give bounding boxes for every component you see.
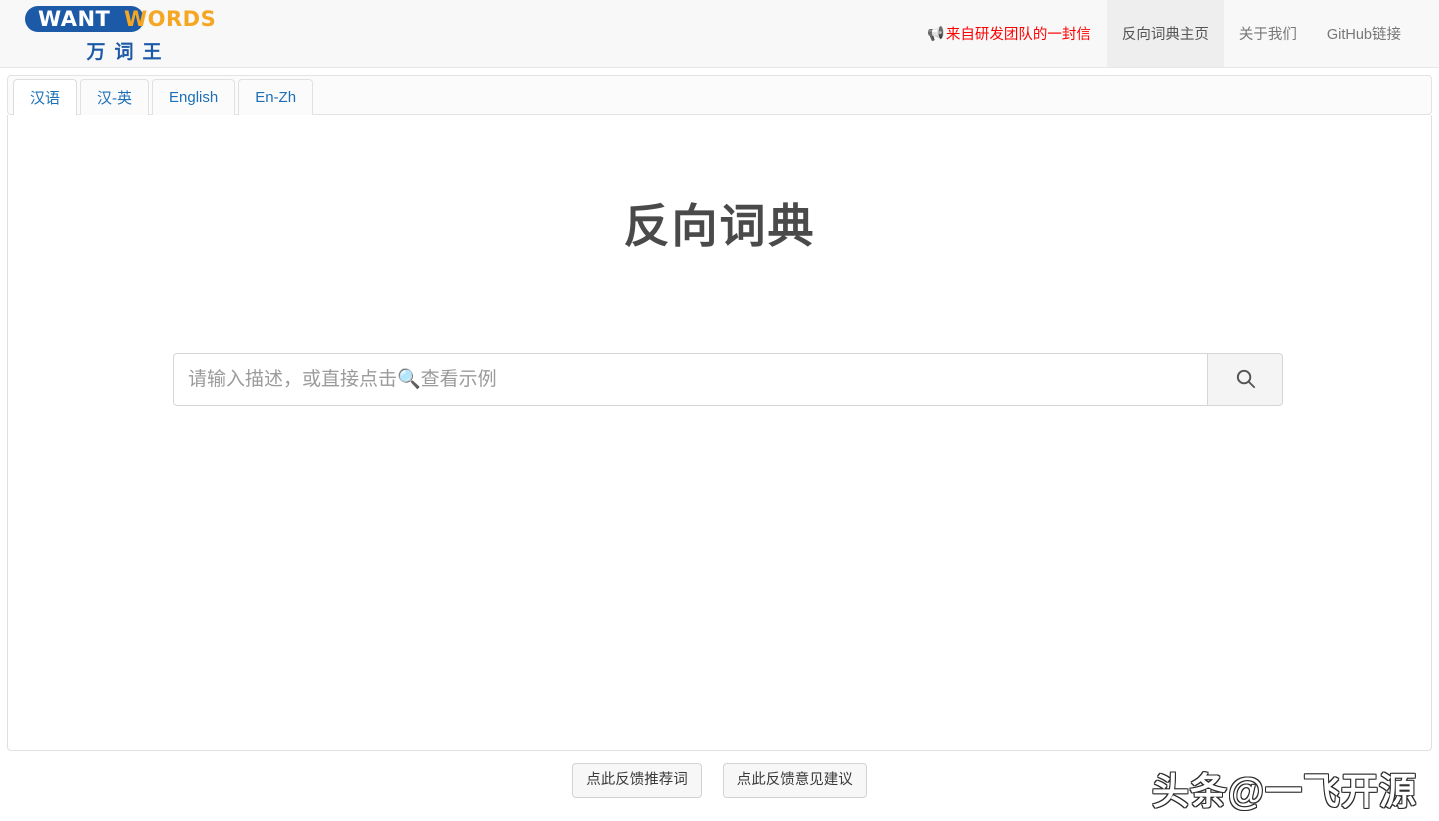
tab-english[interactable]: English — [152, 79, 235, 115]
footer-buttons: 点此反馈推荐词 点此反馈意见建议 — [0, 763, 1439, 798]
brand-chinese-text: 万词王 — [77, 37, 170, 64]
feedback-recommend-word-button[interactable]: 点此反馈推荐词 — [572, 763, 702, 798]
tab-english-chinese-label: En-Zh — [255, 89, 296, 106]
tab-chinese-english[interactable]: 汉-英 — [80, 79, 149, 115]
feedback-suggestion-button[interactable]: 点此反馈意见建议 — [723, 763, 867, 798]
page-title: 反向词典 — [8, 115, 1431, 254]
search-row — [173, 353, 1283, 406]
brand-logo-wordmark: WANT WORDS — [24, 4, 224, 34]
nav-item-about-label: 关于我们 — [1239, 23, 1297, 44]
nav-item-github-link[interactable]: GitHub链接 — [1312, 0, 1416, 67]
nav-item-about-us[interactable]: 关于我们 — [1224, 0, 1312, 67]
nav-item-letter-label: 来自研发团队的一封信 — [946, 23, 1091, 44]
top-navbar: WANT WORDS 万词王 📢 来自研发团队的一封信 反向词典主页 关于我们 … — [0, 0, 1439, 68]
main-content-panel: 反向词典 — [7, 115, 1432, 751]
navbar-right-spacer — [1416, 0, 1439, 67]
nav-item-home-label: 反向词典主页 — [1122, 23, 1209, 44]
tab-english-chinese[interactable]: En-Zh — [238, 79, 313, 115]
search-input[interactable] — [173, 353, 1207, 406]
tab-chinese-english-label: 汉-英 — [97, 87, 132, 108]
page-footer: 点此反馈推荐词 点此反馈意见建议 Copyright © THUNLP2021 — [0, 751, 1439, 821]
tabstrip-container: 汉语 汉-英 English En-Zh — [0, 68, 1439, 115]
brand-want-text: WANT — [38, 7, 110, 31]
megaphone-icon: 📢 — [927, 25, 944, 42]
brand-words-text: WORDS — [124, 7, 216, 31]
search-icon — [1234, 367, 1257, 393]
nav-item-reverse-dictionary-home[interactable]: 反向词典主页 — [1107, 0, 1224, 67]
tab-chinese-label: 汉语 — [30, 87, 60, 108]
brand-logo[interactable]: WANT WORDS 万词王 — [19, 4, 229, 66]
tab-chinese[interactable]: 汉语 — [13, 79, 77, 115]
search-button[interactable] — [1207, 353, 1283, 406]
language-tabs: 汉语 汉-英 English En-Zh — [7, 75, 1432, 115]
tab-english-label: English — [169, 89, 218, 106]
nav-item-github-label: GitHub链接 — [1327, 23, 1401, 44]
navbar-links: 📢 来自研发团队的一封信 反向词典主页 关于我们 GitHub链接 — [912, 0, 1439, 67]
nav-item-letter-from-team[interactable]: 📢 来自研发团队的一封信 — [912, 0, 1106, 67]
